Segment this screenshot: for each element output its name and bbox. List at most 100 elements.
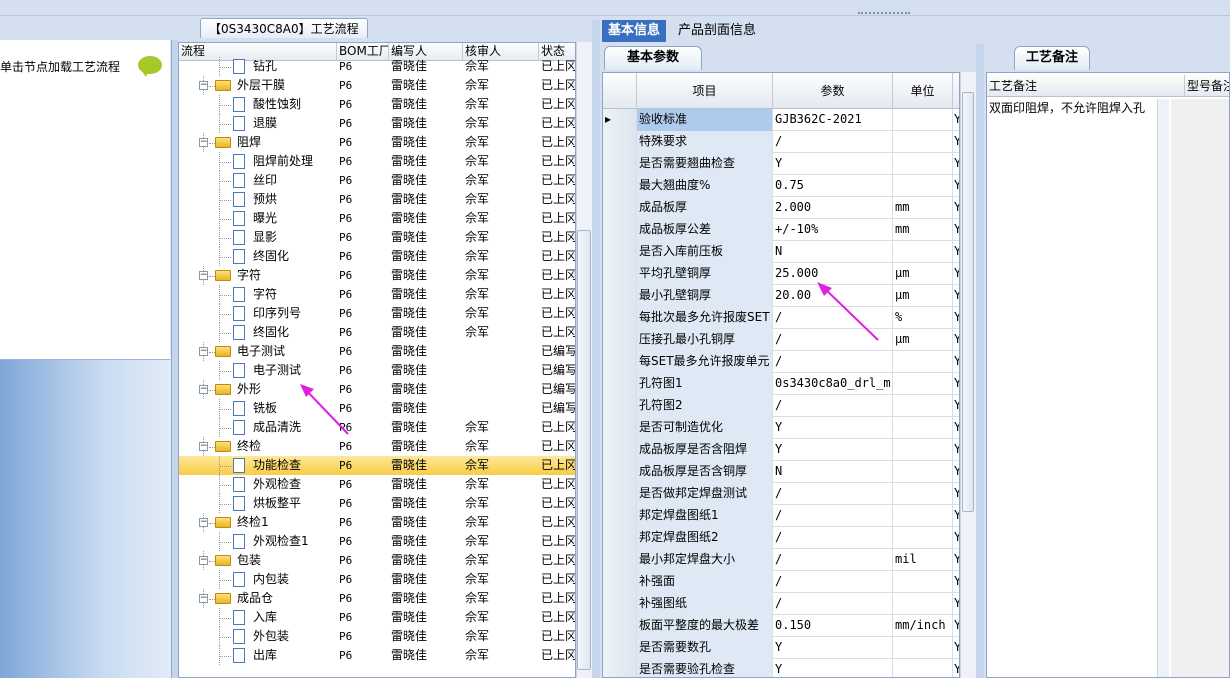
collapse-toggle-icon[interactable]: − [199,556,208,565]
tree-row[interactable]: 外包装 P6 雷晓佳 佘军 已上冈 [179,627,575,646]
row-selector[interactable] [603,175,637,197]
tree-row[interactable]: 预烘 P6 雷晓佳 佘军 已上冈 [179,190,575,209]
param-value-cell[interactable]: N [773,241,893,263]
process-tree-tab[interactable]: 【0S3430C8A0】工艺流程 [200,18,368,38]
param-unit-cell[interactable]: % [893,307,953,329]
row-selector[interactable] [603,197,637,219]
tree-row[interactable]: 内包装 P6 雷晓佳 佘军 已上冈 [179,570,575,589]
params-row[interactable]: 是否需要数孔YY [603,637,959,659]
param-value-cell[interactable]: +/-10% [773,219,893,241]
row-selector[interactable]: ▸ [603,109,637,131]
param-value-cell[interactable]: Y [773,637,893,659]
collapse-toggle-icon[interactable]: − [199,518,208,527]
tab-basic-info[interactable]: 基本信息 [602,20,667,42]
row-selector[interactable] [603,637,637,659]
row-selector[interactable] [603,153,637,175]
tree-row[interactable]: 终固化 P6 雷晓佳 佘军 已上冈 [179,247,575,266]
param-unit-cell[interactable]: μm [893,329,953,351]
param-value-cell[interactable]: / [773,483,893,505]
collapse-toggle-icon[interactable]: − [199,81,208,90]
tree-row[interactable]: 酸性蚀刻 P6 雷晓佳 佘军 已上冈 [179,95,575,114]
tree-row[interactable]: − 包装 P6 雷晓佳 佘军 已上冈 [179,551,575,570]
params-row[interactable]: 邦定焊盘图纸2/ Y [603,527,959,549]
params-row[interactable]: 板面平整度的最大极差0.150mm/inchY [603,615,959,637]
param-unit-cell[interactable] [893,395,953,417]
param-value-cell[interactable]: / [773,395,893,417]
param-unit-cell[interactable] [893,439,953,461]
param-value-cell[interactable]: / [773,131,893,153]
param-unit-cell[interactable]: mm [893,197,953,219]
row-selector[interactable] [603,571,637,593]
row-selector[interactable] [603,351,637,373]
tree-row[interactable]: 字符 P6 雷晓佳 佘军 已上冈 [179,285,575,304]
param-value-cell[interactable]: Y [773,417,893,439]
param-unit-cell[interactable] [893,571,953,593]
tree-row[interactable]: 外观检查 P6 雷晓佳 佘军 已上冈 [179,475,575,494]
tree-row[interactable]: − 阻焊 P6 雷晓佳 佘军 已上冈 [179,133,575,152]
param-value-cell[interactable]: / [773,527,893,549]
tree-row[interactable]: − 字符 P6 雷晓佳 佘军 已上冈 [179,266,575,285]
param-unit-cell[interactable] [893,461,953,483]
params-row[interactable]: 成品板厚是否含阻焊YY [603,439,959,461]
tab-process-notes[interactable]: 工艺备注 [1014,46,1090,70]
params-row[interactable]: 邦定焊盘图纸1/ Y [603,505,959,527]
param-value-cell[interactable]: / [773,505,893,527]
collapse-toggle-icon[interactable]: − [199,271,208,280]
param-value-cell[interactable]: / [773,329,893,351]
param-unit-cell[interactable]: mm/inch [893,615,953,637]
param-value-cell[interactable]: / [773,549,893,571]
params-row[interactable]: 最小孔壁铜厚20.00μmY [603,285,959,307]
param-value-cell[interactable]: N [773,461,893,483]
row-selector[interactable] [603,131,637,153]
params-header-value[interactable]: 参数 [773,73,893,109]
tree-row[interactable]: − 终检 P6 雷晓佳 佘军 已上冈 [179,437,575,456]
param-unit-cell[interactable] [893,131,953,153]
row-selector[interactable] [603,373,637,395]
param-unit-cell[interactable] [893,417,953,439]
param-value-cell[interactable]: / [773,593,893,615]
params-row[interactable]: 压接孔最小孔铜厚/μmY [603,329,959,351]
tree-row[interactable]: 退膜 P6 雷晓佳 佘军 已上冈 [179,114,575,133]
param-value-cell[interactable]: 2.000 [773,197,893,219]
tree-row[interactable]: − 外形 P6 雷晓佳 已编写 [179,380,575,399]
param-unit-cell[interactable] [893,109,953,131]
tree-row[interactable]: 烘板整平 P6 雷晓佳 佘军 已上冈 [179,494,575,513]
tree-row[interactable]: 电子测试 P6 雷晓佳 已编写 [179,361,575,380]
params-row[interactable]: 成品板厚是否含铜厚N Y [603,461,959,483]
param-unit-cell[interactable] [893,659,953,677]
tree-scrollbar-thumb[interactable] [577,230,591,670]
params-scrollbar-thumb[interactable] [962,92,974,512]
collapse-toggle-icon[interactable]: − [199,138,208,147]
row-selector[interactable] [603,505,637,527]
params-row[interactable]: 最大翘曲度%0.75 Y [603,175,959,197]
tree-row[interactable]: − 成品仓 P6 雷晓佳 佘军 已上冈 [179,589,575,608]
tree-row[interactable]: 丝印 P6 雷晓佳 佘军 已上冈 [179,171,575,190]
tree-row[interactable]: 阻焊前处理 P6 雷晓佳 佘军 已上冈 [179,152,575,171]
row-selector[interactable] [603,461,637,483]
row-selector[interactable] [603,659,637,677]
params-row[interactable]: 成品板厚2.000mmY [603,197,959,219]
tree-row[interactable]: 入库 P6 雷晓佳 佘军 已上冈 [179,608,575,627]
middle-splitter[interactable] [592,20,600,678]
param-value-cell[interactable]: / [773,307,893,329]
splitter-grip[interactable] [858,12,910,18]
row-selector[interactable] [603,593,637,615]
tree-row[interactable]: 印序列号 P6 雷晓佳 佘军 已上冈 [179,304,575,323]
param-unit-cell[interactable] [893,241,953,263]
params-row[interactable]: 补强图纸/ Y [603,593,959,615]
param-unit-cell[interactable]: μm [893,285,953,307]
param-unit-cell[interactable] [893,637,953,659]
param-value-cell[interactable]: Y [773,659,893,677]
param-value-cell[interactable]: 20.00 [773,285,893,307]
param-value-cell[interactable]: 0s3430c8a0_drl_m... [773,373,893,395]
right-splitter[interactable] [976,44,984,678]
row-selector[interactable] [603,483,637,505]
params-row[interactable]: 孔符图10s3430c8a0_drl_m... Y [603,373,959,395]
tab-basic-params[interactable]: 基本参数 [604,46,702,70]
param-value-cell[interactable]: / [773,571,893,593]
row-selector[interactable] [603,285,637,307]
param-value-cell[interactable]: 0.150 [773,615,893,637]
param-unit-cell[interactable] [893,153,953,175]
param-value-cell[interactable]: 25.000 [773,263,893,285]
param-value-cell[interactable]: / [773,351,893,373]
